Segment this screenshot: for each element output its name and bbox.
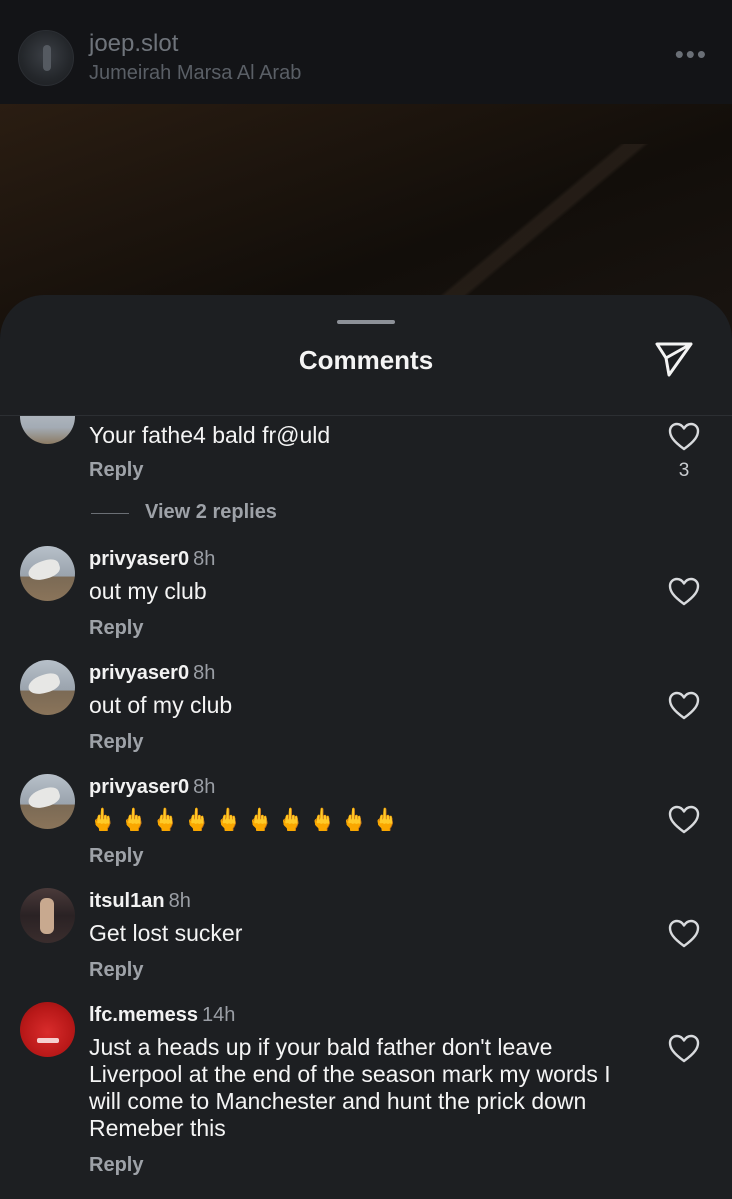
- timestamp: 8h: [193, 662, 216, 684]
- paper-plane-icon: [655, 342, 693, 377]
- comment-username[interactable]: privyaser0 8h: [89, 776, 215, 799]
- view-replies-line: [91, 513, 129, 514]
- avatar[interactable]: [20, 416, 75, 444]
- heart-icon: [668, 1034, 700, 1063]
- post-username[interactable]: joep.slot: [89, 30, 178, 58]
- comment-username[interactable]: itsul1an 8h: [89, 890, 191, 913]
- heart-icon: [668, 422, 700, 451]
- comment-username[interactable]: privyaser0 8h: [89, 662, 215, 685]
- post-author-avatar[interactable]: [18, 30, 74, 86]
- post-header: joep.slot Jumeirah Marsa Al Arab •••: [0, 0, 732, 104]
- like-button[interactable]: [668, 422, 700, 452]
- avatar[interactable]: [20, 774, 75, 829]
- like-button[interactable]: [668, 1034, 700, 1064]
- like-count: 3: [678, 460, 690, 481]
- comment-text: Just a heads up if your bald father don'…: [89, 1034, 611, 1141]
- username[interactable]: privyaser0: [89, 776, 189, 798]
- comment-text: Your fathe4 bald fr@uld: [89, 422, 331, 448]
- view-replies-label: View 2 replies: [145, 501, 277, 523]
- heart-icon: [668, 805, 700, 834]
- post-location[interactable]: Jumeirah Marsa Al Arab: [89, 62, 301, 85]
- timestamp: 14h: [201, 1004, 236, 1026]
- comment-username[interactable]: privyaser0 8h: [89, 548, 215, 571]
- timestamp: 8h: [193, 776, 216, 798]
- heart-icon: [668, 691, 700, 720]
- username[interactable]: lfc.memess: [89, 1004, 198, 1026]
- like-button[interactable]: [668, 919, 700, 949]
- reply-button[interactable]: Reply: [89, 845, 143, 868]
- comment-username[interactable]: lfc.memess 14h: [89, 1004, 235, 1027]
- heart-icon: [668, 919, 700, 948]
- avatar[interactable]: [20, 1002, 75, 1057]
- reply-button[interactable]: Reply: [89, 731, 143, 754]
- username[interactable]: itsul1an: [89, 890, 165, 912]
- share-button[interactable]: [652, 339, 696, 379]
- username[interactable]: privyaser0: [89, 662, 189, 684]
- comment-text: Get lost sucker: [89, 920, 243, 946]
- more-horizontal-icon[interactable]: •••: [675, 41, 708, 67]
- reply-button[interactable]: Reply: [89, 1154, 143, 1177]
- timestamp: 8h: [193, 548, 216, 570]
- reply-button[interactable]: Reply: [89, 459, 143, 482]
- avatar[interactable]: [20, 888, 75, 943]
- reply-button[interactable]: Reply: [89, 959, 143, 982]
- like-button[interactable]: [668, 691, 700, 721]
- comment-text: out my club: [89, 578, 207, 604]
- timestamp: 8h: [168, 890, 191, 912]
- heart-icon: [668, 577, 700, 606]
- comment-text: 🖕🖕🖕🖕🖕🖕🖕🖕🖕🖕: [89, 807, 403, 832]
- comment-text: out of my club: [89, 692, 233, 718]
- username[interactable]: privyaser0: [89, 548, 189, 570]
- avatar[interactable]: [20, 546, 75, 601]
- like-button[interactable]: [668, 577, 700, 607]
- sheet-grabber[interactable]: [337, 320, 395, 324]
- sheet-title: Comments: [298, 345, 434, 375]
- like-button[interactable]: [668, 805, 700, 835]
- comments-list[interactable]: Your fathe4 bald fr@uld Reply 3 View 2 r…: [0, 416, 732, 1199]
- comments-sheet: Comments Your fathe4 bald fr@uld Reply 3…: [0, 295, 732, 1199]
- reply-button[interactable]: Reply: [89, 617, 143, 640]
- avatar[interactable]: [20, 660, 75, 715]
